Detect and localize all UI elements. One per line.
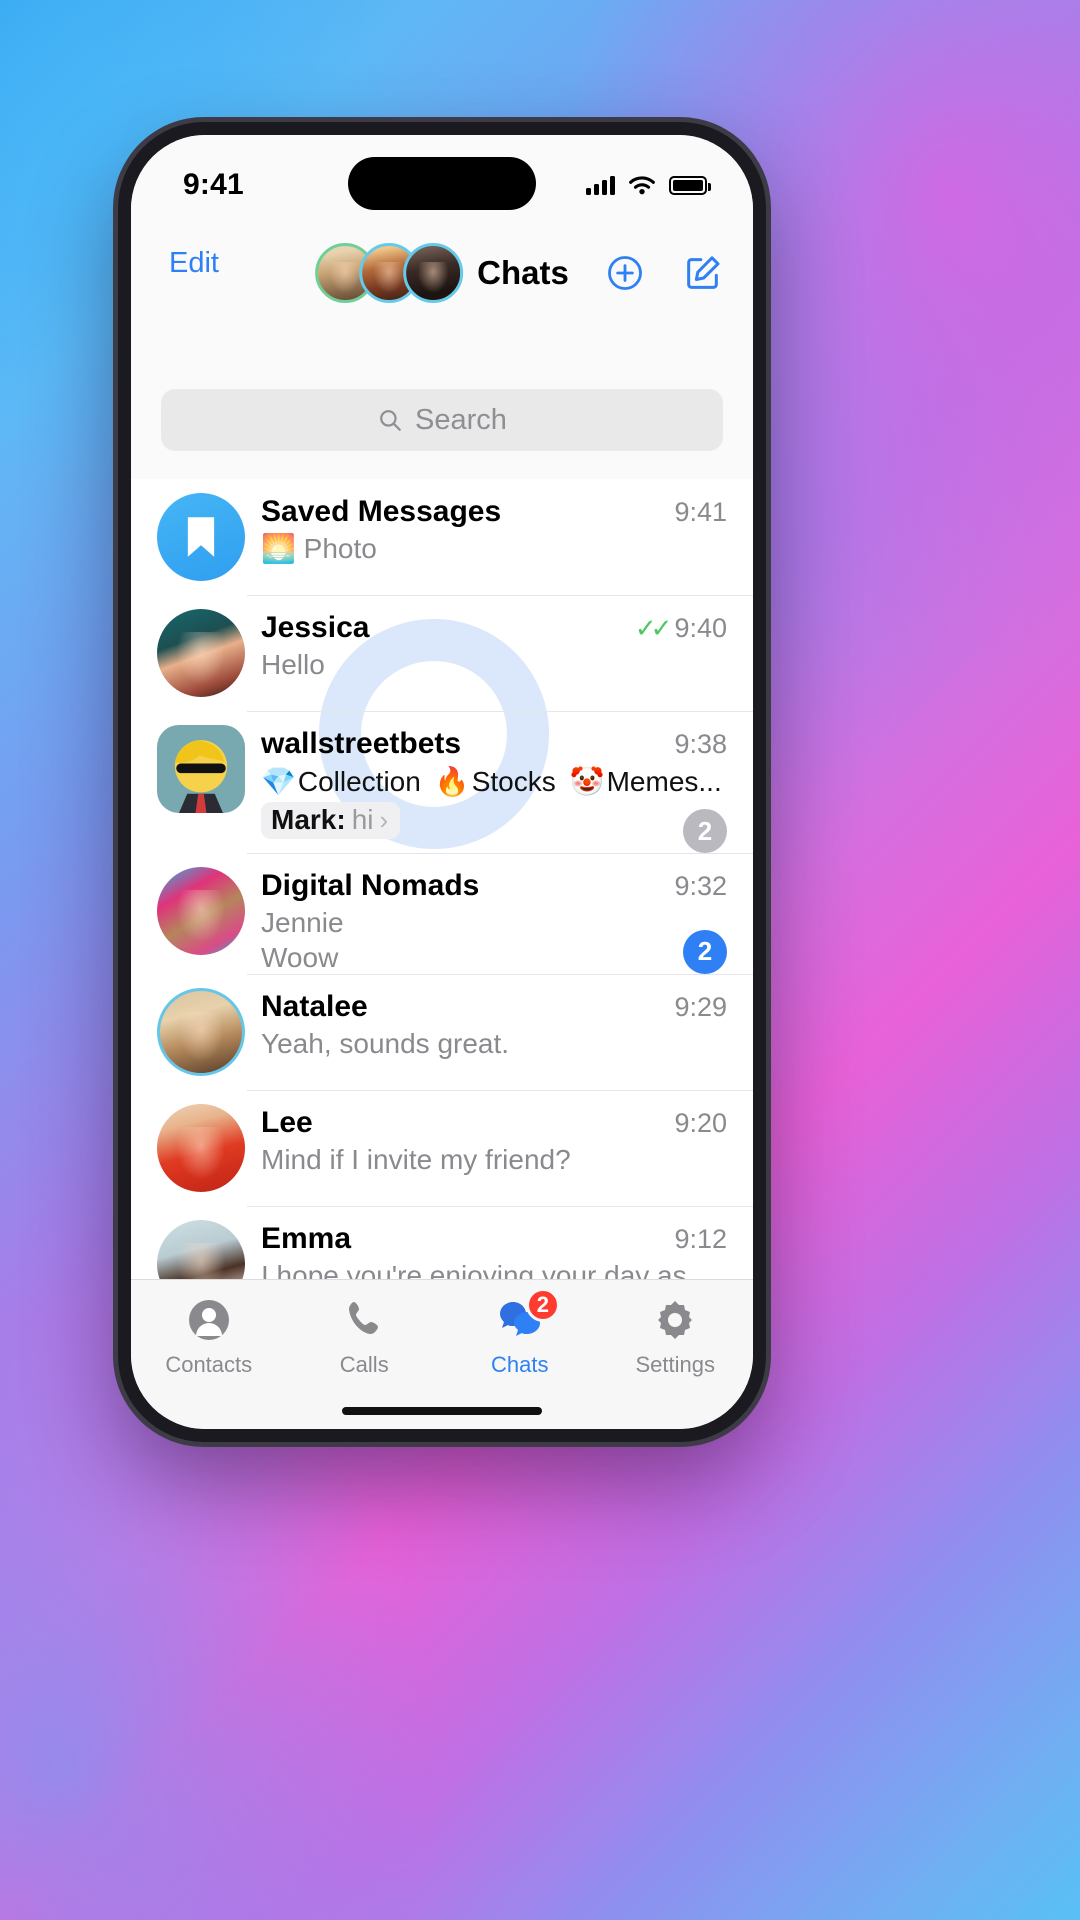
chevron-right-icon: ›	[379, 804, 389, 835]
chat-title: Emma	[261, 1221, 352, 1255]
status-indicators	[586, 158, 711, 198]
chat-topic-tags: 💎Collection 🔥Stocks 🤡Memes...	[261, 765, 727, 798]
avatar-jessica	[157, 609, 245, 697]
navigation-bar: Edit Chats	[131, 221, 753, 371]
chat-preview: 🌅 Photo	[261, 533, 727, 564]
preview-emoji: 🌅	[261, 533, 296, 564]
tag-label: Collection	[297, 766, 421, 797]
battery-icon	[669, 175, 711, 195]
story-avatars[interactable]	[315, 243, 464, 303]
phone-icon	[340, 1296, 388, 1344]
chat-row-digital-nomads[interactable]: Digital Nomads 9:32 Jennie Woow 2	[131, 853, 753, 974]
avatar-lee	[157, 1103, 245, 1192]
chat-list[interactable]: Saved Messages 9:41 🌅 Photo Jessica ✓✓ 9…	[131, 479, 753, 1279]
unread-badge: 2	[683, 929, 727, 974]
avatar-digital-nomads	[157, 867, 245, 955]
unread-badge: 2	[683, 809, 727, 853]
chat-title: Saved Messages	[261, 495, 502, 528]
tab-calls[interactable]: Calls	[287, 1296, 443, 1378]
page-title: Chats	[477, 254, 569, 291]
chat-bubbles-icon: 2	[496, 1288, 560, 1344]
chat-time: 9:41	[674, 497, 727, 527]
chat-row-jessica[interactable]: Jessica ✓✓ 9:40 Hello	[131, 595, 753, 711]
chat-preview: I hope you're enjoying your day as much …	[261, 1259, 687, 1279]
compose-icon[interactable]	[683, 253, 723, 293]
avatar-natalee	[157, 987, 245, 1076]
chat-title: Jessica	[261, 611, 370, 644]
tab-label: Chats	[491, 1352, 549, 1377]
gear-icon	[651, 1296, 699, 1344]
preview-text: Photo	[303, 533, 377, 564]
chat-row-emma[interactable]: Emma 9:12 I hope you're enjoying your da…	[131, 1205, 753, 1279]
tag-emoji: 💎	[261, 766, 296, 797]
dynamic-island	[348, 157, 536, 210]
reply-text: hi	[351, 804, 374, 835]
search-container: Search	[131, 371, 753, 479]
chat-row-lee[interactable]: Lee 9:20 Mind if I invite my friend?	[131, 1089, 753, 1206]
chat-row-natalee[interactable]: Natalee 9:29 Yeah, sounds great.	[131, 973, 753, 1090]
tab-badge: 2	[525, 1288, 560, 1322]
tab-label: Settings	[635, 1352, 716, 1377]
chat-preview: Yeah, sounds great.	[261, 1027, 510, 1059]
edit-button[interactable]: Edit	[169, 247, 219, 280]
chat-time: 9:38	[674, 729, 727, 759]
avatar-wallstreetbets	[157, 725, 245, 813]
chat-title: Natalee	[261, 989, 368, 1023]
chat-row-saved-messages[interactable]: Saved Messages 9:41 🌅 Photo	[131, 479, 753, 595]
chat-time: 9:32	[674, 871, 727, 901]
chat-reply-preview: Mark: hi ›	[261, 802, 401, 839]
chat-time: 9:40	[674, 613, 727, 643]
chat-title: Digital Nomads	[261, 869, 480, 902]
nav-actions	[605, 247, 723, 293]
cellular-bars-icon	[586, 175, 615, 195]
nav-title-group: Chats	[315, 243, 569, 303]
chat-title: wallstreetbets	[261, 727, 462, 760]
chat-preview: Mind if I invite my friend?	[261, 1143, 571, 1175]
story-avatar-3[interactable]	[403, 243, 464, 303]
chat-time: 9:12	[674, 1223, 727, 1254]
search-icon	[380, 410, 401, 431]
reply-sender: Mark:	[271, 804, 346, 835]
chat-title: Lee	[261, 1105, 313, 1139]
home-indicator[interactable]	[342, 1407, 542, 1415]
tab-label: Calls	[339, 1352, 389, 1377]
status-bar: 9:41	[131, 135, 753, 221]
search-input[interactable]: Search	[161, 389, 723, 451]
chat-time: 9:29	[674, 991, 727, 1022]
tag-emoji: 🔥	[434, 766, 470, 797]
phone-frame: 9:41 Edit Chats Search Saved Messages 9:…	[118, 122, 766, 1442]
tab-settings[interactable]: Settings	[598, 1296, 754, 1378]
status-time: 9:41	[183, 168, 244, 201]
add-circle-icon[interactable]	[605, 253, 645, 293]
avatar-emma	[157, 1219, 245, 1279]
chat-row-wallstreetbets[interactable]: wallstreetbets 9:38 💎Collection 🔥Stocks 🤡M…	[131, 711, 753, 853]
read-receipt-icon: ✓✓	[634, 613, 672, 643]
search-placeholder: Search	[415, 403, 507, 436]
saved-messages-bookmark-icon	[157, 493, 245, 581]
tab-chats[interactable]: 2 Chats	[442, 1288, 598, 1378]
tab-contacts[interactable]: Contacts	[131, 1296, 287, 1378]
chat-time: 9:20	[674, 1107, 727, 1138]
tab-label: Contacts	[165, 1352, 253, 1377]
tag-label: Stocks	[471, 766, 556, 797]
contacts-icon	[185, 1296, 233, 1344]
tag-emoji: 🤡	[569, 766, 605, 797]
phone-screen: 9:41 Edit Chats Search Saved Messages 9:…	[131, 135, 753, 1429]
wifi-icon	[629, 176, 655, 195]
tag-label: Memes...	[606, 766, 722, 797]
chat-preview: Hello	[261, 649, 325, 680]
